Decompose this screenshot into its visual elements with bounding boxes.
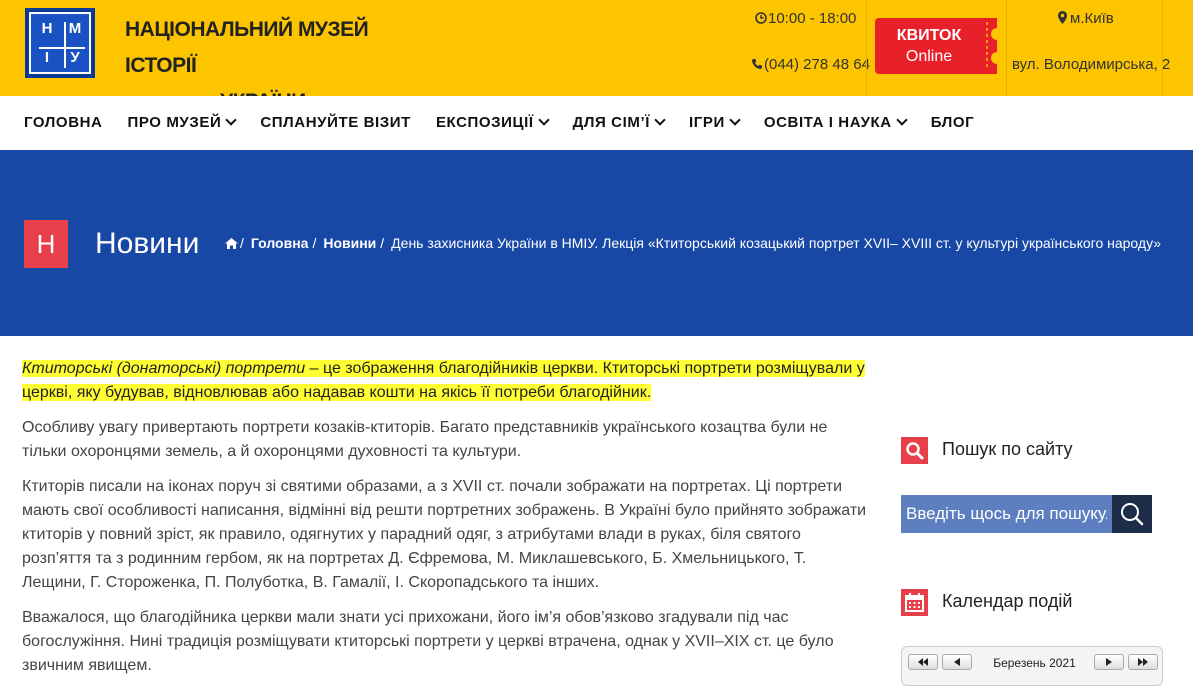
nav-item-home[interactable]: ГОЛОВНА	[24, 96, 103, 150]
logo-square: Н М І У	[29, 12, 91, 74]
search-icon	[1121, 503, 1144, 526]
ticket-online-label: Online	[905, 48, 953, 65]
calendar-widget-title: Календар подій	[942, 591, 1073, 611]
nav-item-expositions[interactable]: ЕКСПОЗИЦІЇ	[436, 96, 550, 150]
search-button[interactable]	[1112, 495, 1152, 533]
calendar-next-year-button[interactable]	[1128, 654, 1158, 670]
article-paragraph-1: Ктиторські (донаторські) портрети – це з…	[22, 357, 872, 405]
calendar-widget-icon	[901, 589, 928, 616]
breadcrumb: / Головна / Новини / День захисника України в…	[225, 235, 1163, 251]
city: м.Київ	[1058, 10, 1114, 27]
nav-item-games[interactable]: ІГРИ	[689, 96, 741, 150]
chevron-down-icon	[537, 114, 550, 126]
search-widget-title: Пошук по сайту	[942, 439, 1073, 459]
breadcrumb-current: День захисника України в НМІУ. Лекція «К…	[391, 235, 1162, 251]
home-icon[interactable]	[225, 238, 238, 249]
page-banner: Н Новини / Головна / Новини / День захисника …	[0, 150, 1193, 336]
calendar-next-month-button[interactable]	[1094, 654, 1124, 670]
city-text: м.Київ	[1070, 10, 1114, 27]
map-marker-icon	[1058, 11, 1067, 24]
article-paragraph-2: Особливу увагу привертають портрети коза…	[22, 419, 828, 460]
museum-logo[interactable]: Н М І У	[25, 8, 99, 82]
nav-item-about[interactable]: ПРО МУЗЕЙ	[128, 96, 238, 150]
double-chevron-left-icon	[918, 658, 928, 666]
chevron-down-icon	[654, 114, 666, 126]
ticket-label: КВИТОК	[896, 27, 962, 44]
phone-text: (044) 278 48 64	[764, 56, 870, 73]
phone-icon	[752, 59, 762, 69]
breadcrumb-news[interactable]: Новини	[323, 235, 376, 251]
nav-item-family[interactable]: ДЛЯ СІМ’Ї	[573, 96, 666, 150]
calendar-month-label: Березень 2021	[993, 656, 1076, 670]
chevron-down-icon	[896, 114, 908, 126]
search-widget-icon	[901, 437, 928, 464]
breadcrumb-home[interactable]: Головна	[251, 235, 309, 251]
search-form	[901, 495, 1152, 533]
chevron-left-icon	[954, 658, 960, 666]
opening-hours: 10:00 - 18:00	[755, 10, 856, 27]
hours-text: 10:00 - 18:00	[768, 10, 857, 27]
calendar-prev-year-button[interactable]	[908, 654, 938, 670]
article-body: Ктиторські (донаторські) портрети – це з…	[22, 357, 872, 689]
section-badge: Н	[24, 220, 68, 268]
phone-number[interactable]: (044) 278 48 64	[751, 56, 870, 73]
article-paragraph-3: Ктиторів писали на іконах поруч зі святи…	[22, 478, 867, 591]
nav-item-blog[interactable]: БЛОГ	[931, 96, 975, 150]
logo-letter-n: Н	[41, 20, 53, 37]
chevron-right-icon	[1106, 658, 1112, 666]
clock-icon	[755, 12, 767, 24]
logo-letter-i: І	[44, 49, 50, 66]
nav-item-education[interactable]: ОСВІТА І НАУКА	[764, 96, 908, 150]
article-paragraph-4: Вважалося, що благодійника церкви мали з…	[22, 609, 834, 674]
search-input[interactable]	[901, 495, 1112, 533]
search-icon	[906, 442, 924, 460]
museum-name-line1: НАЦІОНАЛЬНИЙ МУЗЕЙ ІСТОРІЇ	[125, 18, 369, 77]
double-chevron-right-icon	[1138, 658, 1148, 666]
page-title: Новини	[95, 227, 200, 260]
calendar-icon	[905, 593, 924, 612]
logo-letter-u: У	[70, 49, 80, 66]
event-calendar: Березень 2021	[901, 646, 1163, 686]
nav-item-plan-visit[interactable]: СПЛАНУЙТЕ ВІЗИТ	[260, 96, 411, 150]
main-navigation: ГОЛОВНА ПРО МУЗЕЙ СПЛАНУЙТЕ ВІЗИТ ЕКСПОЗ…	[0, 96, 1193, 150]
site-header: Н М І У НАЦІОНАЛЬНИЙ МУЗЕЙ ІСТОРІЇ УКРАЇ…	[0, 0, 1193, 113]
highlighted-term: Ктиторські (донаторські) портрети	[22, 360, 306, 377]
logo-letter-m: М	[68, 20, 82, 37]
ticket-online-button[interactable]: КВИТОК Online	[875, 18, 999, 74]
chevron-down-icon	[729, 114, 741, 126]
highlighted-text: Ктиторські (донаторські) портрети – це з…	[22, 360, 865, 401]
calendar-prev-month-button[interactable]	[942, 654, 972, 670]
address: вул. Володимирська, 2	[1012, 56, 1171, 73]
chevron-down-icon	[225, 114, 238, 126]
